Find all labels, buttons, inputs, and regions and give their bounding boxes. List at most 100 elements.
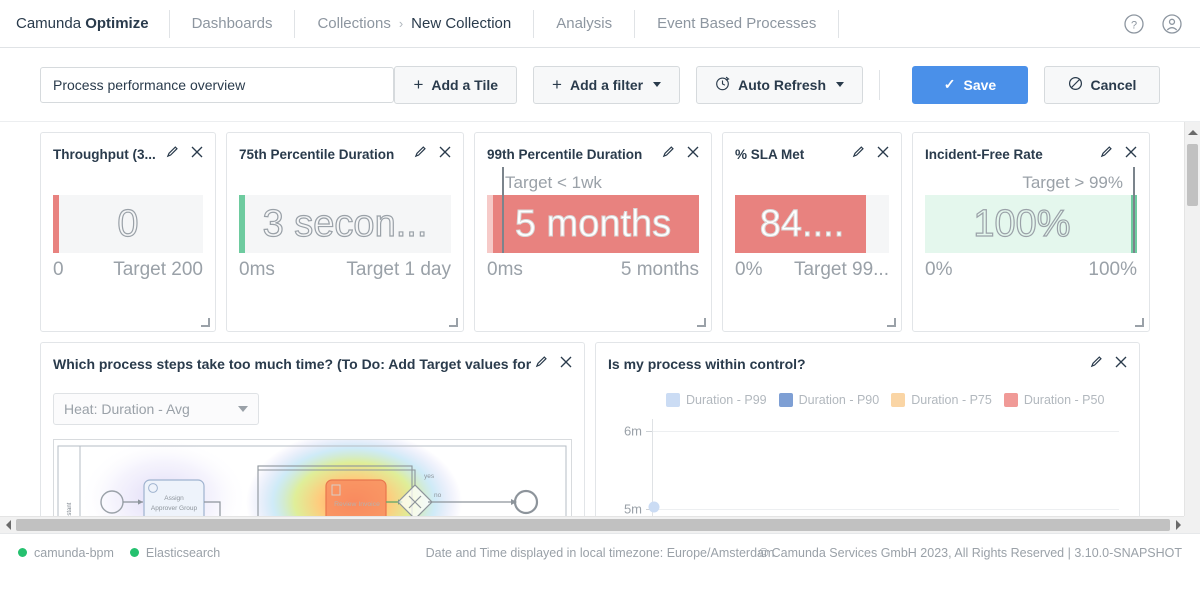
- tile-header: % SLA Met: [735, 143, 889, 165]
- connection-status-elasticsearch: Elasticsearch: [129, 545, 221, 560]
- vertical-scrollbar[interactable]: [1184, 122, 1200, 533]
- dashboard-name-input[interactable]: [40, 66, 395, 103]
- user-circle-icon[interactable]: [1160, 12, 1184, 36]
- pencil-icon[interactable]: [1090, 355, 1103, 373]
- kpi-target-label: Target > 99%: [1022, 173, 1123, 192]
- resize-grip-icon[interactable]: [697, 318, 706, 327]
- heat-measure-select[interactable]: Heat: Duration - Avg: [53, 393, 259, 425]
- nav-divider: [838, 9, 840, 38]
- brand-bold: Optimize: [85, 15, 149, 32]
- add-tile-button[interactable]: + Add a Tile: [394, 65, 518, 104]
- tile-actions: [1090, 355, 1127, 373]
- kpi-tile-99th-percentile-duration[interactable]: 99th Percentile Duration Target < 1wk 5 …: [474, 132, 712, 332]
- kpi-min-label: 0ms: [239, 259, 275, 280]
- status-dot-icon: [129, 548, 139, 557]
- close-icon[interactable]: [191, 145, 203, 163]
- kpi-max-label: 5 months: [620, 259, 699, 280]
- resize-grip-icon[interactable]: [201, 318, 210, 327]
- data-point-p99[interactable]: [648, 501, 660, 513]
- add-tile-label: Add a Tile: [431, 76, 499, 93]
- nav-item-analysis[interactable]: Analysis: [534, 15, 634, 32]
- report-tiles-row: Which process steps take too much time? …: [40, 342, 1160, 533]
- scrollbar-corner: [1184, 516, 1200, 533]
- scroll-left-arrow-icon[interactable]: [0, 517, 16, 533]
- pencil-icon[interactable]: [1100, 145, 1113, 163]
- report-tile-process-control-chart[interactable]: Is my process within control? Duration -…: [595, 342, 1140, 533]
- pencil-icon[interactable]: [535, 355, 548, 373]
- nav-item-dashboards[interactable]: Dashboards: [170, 15, 295, 32]
- horizontal-scrollbar-thumb[interactable]: [16, 519, 1170, 531]
- report-tile-process-steps-heatmap[interactable]: Which process steps take too much time? …: [40, 342, 585, 533]
- app-brand[interactable]: Camunda Optimize: [0, 15, 169, 32]
- tile-header: 99th Percentile Duration: [487, 143, 699, 165]
- cancel-button[interactable]: Cancel: [1044, 65, 1160, 104]
- tile-header: Which process steps take too much time? …: [53, 353, 572, 375]
- kpi-tile-throughput[interactable]: Throughput (3... 0 0 Target 200: [40, 132, 216, 332]
- kpi-value: 3 secon...: [262, 202, 428, 245]
- kpi-bar: 0: [53, 195, 203, 253]
- tile-actions: [166, 145, 203, 163]
- dashboard-grid: Throughput (3... 0 0 Target 200 75th Per…: [0, 122, 1200, 533]
- tile-title: Which process steps take too much time? …: [53, 356, 533, 372]
- y-axis-tick-label: 5m: [623, 501, 642, 517]
- tile-title: 75th Percentile Duration: [239, 146, 395, 162]
- breadcrumb-collections[interactable]: Collections: [317, 15, 390, 32]
- legend-label: Duration - P75: [911, 393, 992, 407]
- kpi-bar: 84....: [735, 195, 889, 253]
- kpi-range-labels: 0ms 5 months: [487, 259, 699, 281]
- kpi-tile-incident-free-rate[interactable]: Incident-Free Rate Target > 99% 100% 0% …: [912, 132, 1150, 332]
- kpi-bar: 5 months: [487, 167, 699, 253]
- pencil-icon[interactable]: [414, 145, 427, 163]
- horizontal-scrollbar[interactable]: [0, 516, 1200, 533]
- nav-right-actions: ?: [1122, 12, 1200, 36]
- legend-item-p75[interactable]: Duration - P75: [891, 393, 992, 407]
- kpi-tile-75th-percentile-duration[interactable]: 75th Percentile Duration 3 secon... 0ms …: [226, 132, 464, 332]
- kpi-max-label: Target 1 day: [346, 259, 451, 280]
- legend-item-p99[interactable]: Duration - P99: [666, 393, 767, 407]
- close-icon[interactable]: [687, 145, 699, 163]
- pencil-icon[interactable]: [662, 145, 675, 163]
- legend-label: Duration - P99: [686, 393, 767, 407]
- kpi-range-labels: 0% 100%: [925, 259, 1137, 281]
- add-filter-button[interactable]: + Add a filter: [533, 65, 681, 104]
- gridline: [652, 509, 1119, 510]
- save-label: Save: [963, 76, 997, 93]
- legend-swatch-icon: [666, 393, 680, 407]
- kpi-body: 0 0 Target 200: [53, 195, 203, 307]
- tile-actions: [1100, 145, 1137, 163]
- vertical-scrollbar-thumb[interactable]: [1187, 144, 1198, 206]
- pencil-icon[interactable]: [166, 145, 179, 163]
- connection-label: Elasticsearch: [145, 545, 221, 560]
- close-icon[interactable]: [1125, 145, 1137, 163]
- resize-grip-icon[interactable]: [449, 318, 458, 327]
- close-icon[interactable]: [1115, 355, 1127, 373]
- chart-legend: Duration - P99 Duration - P90 Duration -…: [608, 393, 1127, 407]
- help-circle-icon[interactable]: ?: [1122, 12, 1146, 36]
- svg-text:no: no: [434, 492, 442, 499]
- close-icon[interactable]: [439, 145, 451, 163]
- pencil-icon[interactable]: [852, 145, 865, 163]
- tile-actions: [852, 145, 889, 163]
- legend-item-p90[interactable]: Duration - P90: [778, 393, 879, 407]
- kpi-value: 100%: [973, 202, 1071, 245]
- save-button[interactable]: ✓ Save: [912, 65, 1028, 104]
- cancel-label: Cancel: [1090, 76, 1137, 93]
- auto-refresh-button[interactable]: Auto Refresh: [696, 65, 863, 104]
- close-icon[interactable]: [560, 355, 572, 373]
- resize-grip-icon[interactable]: [887, 318, 896, 327]
- nav-item-event-based-processes[interactable]: Event Based Processes: [635, 15, 838, 32]
- status-dot-icon: [18, 548, 27, 557]
- breadcrumb-current-collection[interactable]: New Collection: [411, 15, 511, 32]
- ban-circle-icon: [1068, 76, 1083, 94]
- legend-item-p50[interactable]: Duration - P50: [1003, 393, 1104, 407]
- resize-grip-icon[interactable]: [1135, 318, 1144, 327]
- kpi-tiles-row: Throughput (3... 0 0 Target 200 75th Per…: [40, 132, 1160, 332]
- scroll-up-arrow-icon[interactable]: [1185, 124, 1200, 140]
- close-icon[interactable]: [877, 145, 889, 163]
- connection-status-camunda-bpm: camunda-bpm: [18, 546, 114, 560]
- tile-title: Incident-Free Rate: [925, 146, 1043, 162]
- timezone-note: Date and Time displayed in local timezon…: [425, 545, 775, 560]
- kpi-tile-sla-met[interactable]: % SLA Met 84.... 0% Target 99...: [722, 132, 902, 332]
- legend-swatch-icon: [1003, 393, 1018, 407]
- kpi-body: 3 secon... 0ms Target 1 day: [239, 195, 451, 307]
